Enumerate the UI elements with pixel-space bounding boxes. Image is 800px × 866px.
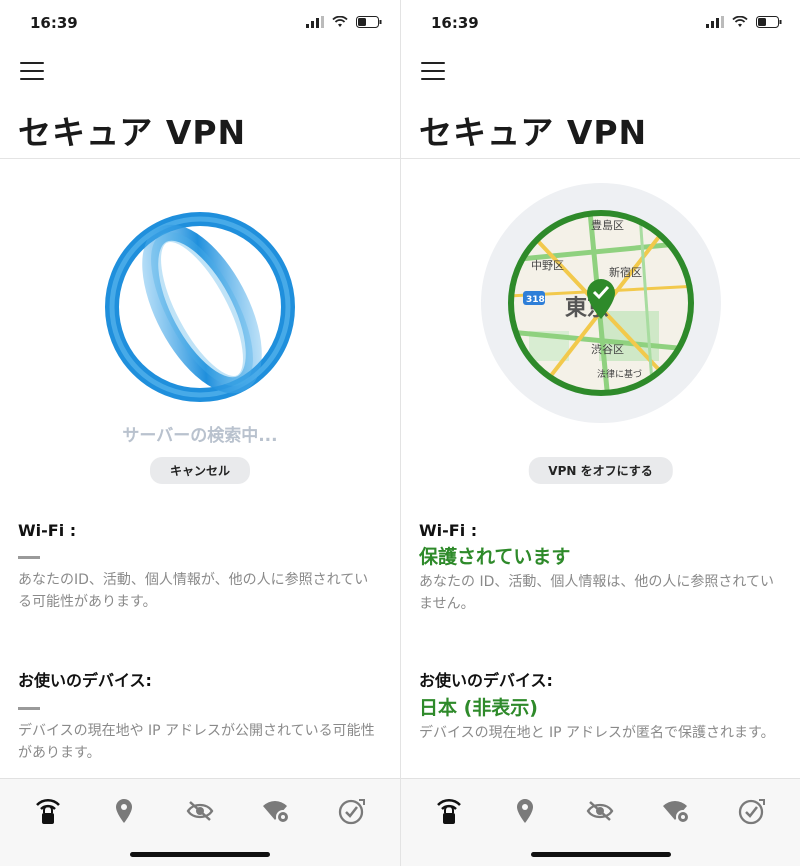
- signal-icon: [706, 16, 724, 28]
- device-status-value: 日本 (非表示): [419, 697, 538, 719]
- device-label: お使いのデバイス:: [18, 671, 152, 690]
- tab-security-check[interactable]: [332, 791, 372, 831]
- tab-privacy[interactable]: [180, 791, 220, 831]
- shield-check-icon: [338, 799, 365, 825]
- wifi-label: Wi-Fi :: [18, 521, 77, 540]
- signal-icon: [306, 16, 324, 28]
- vpn-lock-icon: [436, 798, 461, 824]
- wifi-status-dash: [18, 556, 40, 559]
- status-bar: 16:39: [0, 0, 400, 44]
- tab-bar: [401, 778, 800, 866]
- location-pin-icon: [516, 799, 533, 823]
- status-icons: [306, 16, 382, 28]
- tab-wifi-settings[interactable]: [256, 791, 296, 831]
- tab-bar: [0, 778, 400, 866]
- wifi-description: あなたの ID、活動、個人情報は、他の人に参照されていません。: [419, 574, 774, 612]
- content-area: 豊島区 中野区 新宿区 東京 渋谷区 318 法律に基づ VPN をオフにする …: [401, 158, 800, 779]
- device-status-dash: [18, 707, 40, 710]
- svg-text:中野区: 中野区: [531, 259, 564, 272]
- content-area: サーバーの検索中... キャンセル Wi-Fi : あなたのID、活動、個人情報…: [0, 158, 400, 779]
- svg-text:新宿区: 新宿区: [609, 265, 642, 279]
- tab-vpn[interactable]: [28, 791, 68, 831]
- status-icons: [706, 16, 782, 28]
- wifi-gear-icon: [663, 801, 691, 824]
- device-section: お使いのデバイス: 日本 (非表示) デバイスの現在地と IP アドレスが匿名で…: [419, 667, 782, 744]
- hamburger-menu-icon[interactable]: [421, 62, 445, 82]
- battery-icon: [356, 16, 382, 28]
- svg-text:渋谷区: 渋谷区: [591, 343, 624, 356]
- tab-privacy[interactable]: [580, 791, 620, 831]
- tab-security-check[interactable]: [732, 791, 772, 831]
- device-label: お使いのデバイス:: [419, 671, 553, 690]
- home-indicator: [130, 852, 270, 857]
- status-time: 16:39: [30, 14, 78, 32]
- wifi-status-value: 保護されています: [419, 546, 571, 568]
- shield-check-icon: [738, 799, 766, 825]
- device-description: デバイスの現在地と IP アドレスが匿名で保護されます。: [419, 725, 775, 741]
- svg-text:318: 318: [526, 295, 545, 305]
- screen-protected: 16:39 セキュア VPN 豊島区 中野区 新宿区 東京 渋谷区 318 法律…: [400, 0, 800, 866]
- eye-slash-icon: [186, 801, 214, 821]
- screen-searching: 16:39 セキュア VPN サーバーの検索中... キャンセル Wi-Fi:…: [0, 0, 400, 866]
- location-map: 豊島区 中野区 新宿区 東京 渋谷区 318 法律に基づ: [481, 183, 721, 423]
- svg-text:法律に基づ: 法律に基づ: [597, 368, 642, 380]
- vpn-off-button[interactable]: VPN をオフにする: [528, 457, 673, 484]
- tab-vpn[interactable]: [429, 791, 469, 831]
- status-bar: 16:39: [401, 0, 800, 44]
- wifi-gear-icon: [263, 801, 290, 824]
- wifi-status-icon: [732, 16, 748, 27]
- wifi-label: Wi-Fi :: [419, 521, 478, 540]
- tab-wifi-settings[interactable]: [656, 791, 696, 831]
- hamburger-menu-icon[interactable]: [20, 62, 44, 82]
- cancel-button[interactable]: キャンセル: [149, 457, 251, 484]
- battery-icon: [756, 16, 782, 28]
- search-status-text: サーバーの検索中...: [122, 426, 278, 446]
- location-pin-icon: [116, 799, 132, 823]
- device-section: お使いのデバイス: デバイスの現在地や IP アドレスが公開されている可能性があ…: [18, 667, 382, 764]
- wifi-status-icon: [332, 16, 348, 27]
- home-indicator: [530, 852, 671, 857]
- eye-slash-icon: [587, 801, 614, 821]
- page-title: セキュア VPN: [419, 113, 648, 152]
- tab-location[interactable]: [104, 791, 144, 831]
- wifi-description: あなたのID、活動、個人情報が、他の人に参照されている可能性があります。: [18, 572, 369, 610]
- device-description: デバイスの現在地や IP アドレスが公開されている可能性があります。: [18, 723, 375, 761]
- status-time: 16:39: [431, 14, 479, 32]
- wifi-section: Wi-Fi : あなたのID、活動、個人情報が、他の人に参照されている可能性があ…: [18, 521, 382, 613]
- page-title: セキュア VPN: [18, 113, 247, 152]
- vpn-lock-icon: [36, 798, 60, 824]
- searching-spinner-icon: [105, 212, 295, 402]
- tab-location[interactable]: [505, 791, 545, 831]
- svg-text:豊島区: 豊島区: [591, 218, 624, 232]
- wifi-section: Wi-Fi : 保護されています あなたの ID、活動、個人情報は、他の人に参照…: [419, 521, 782, 615]
